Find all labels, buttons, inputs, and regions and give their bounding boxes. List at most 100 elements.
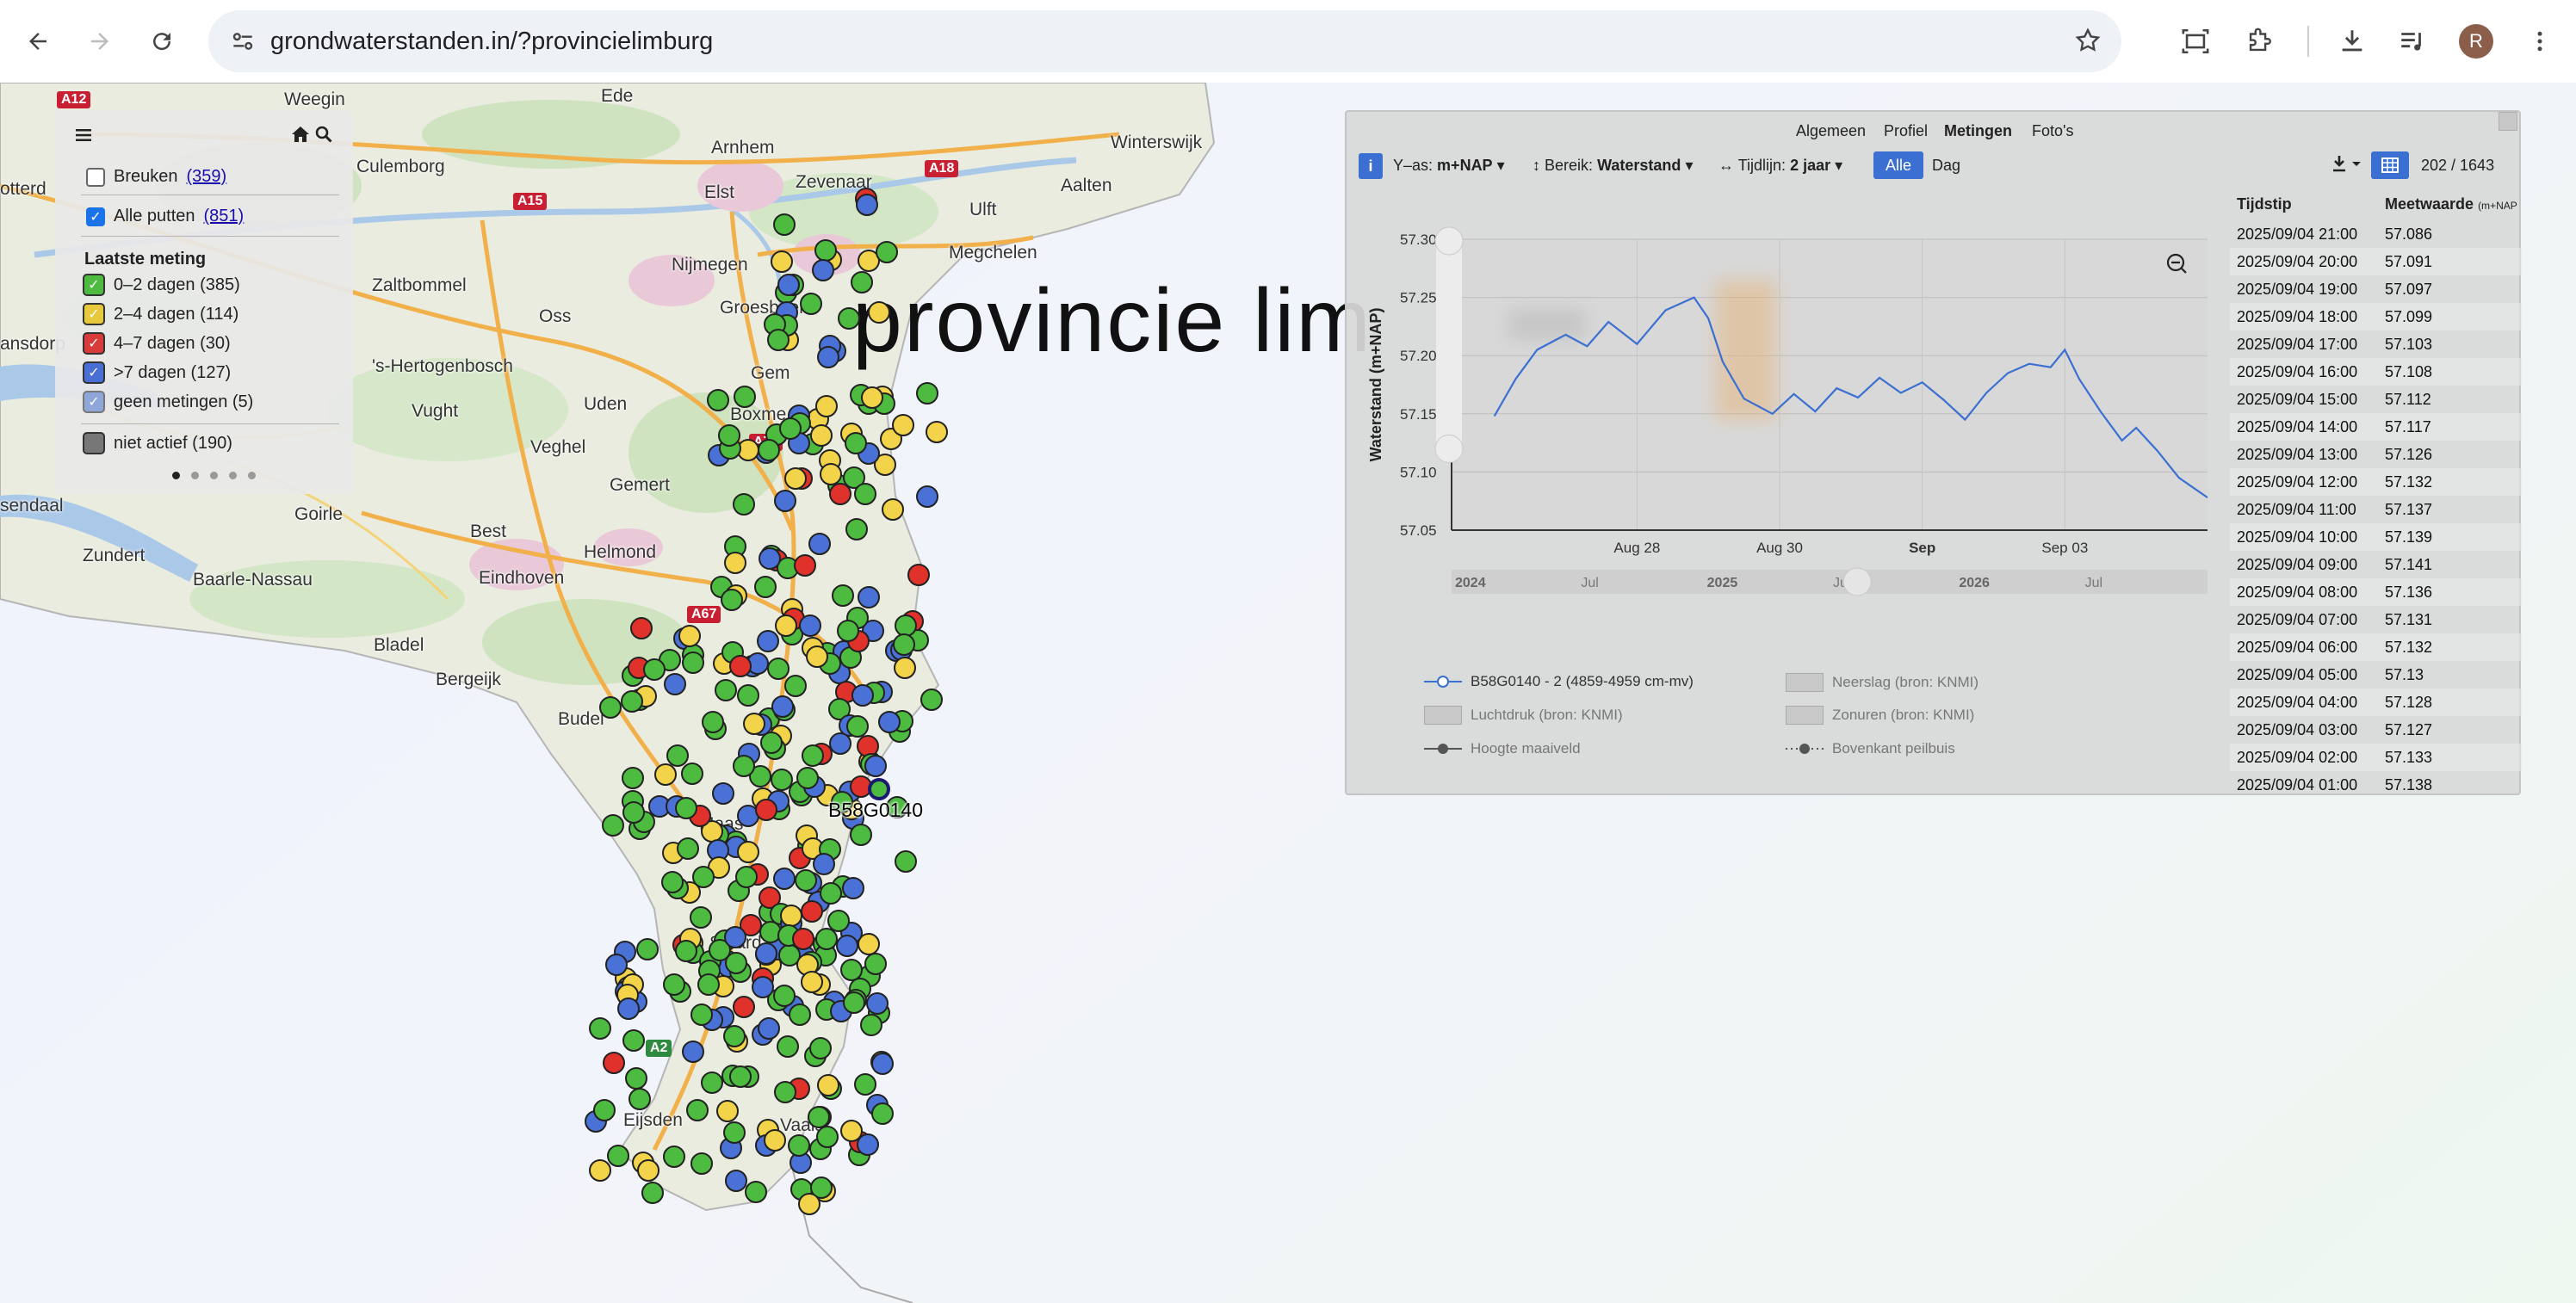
table-row[interactable]: 2025/09/04 17:00 57.103 [2230,330,2523,358]
legend-item-2-4[interactable]: ✓ 2–4 dagen (114) [83,303,238,325]
well-marker[interactable] [728,1065,752,1088]
well-marker[interactable] [724,952,747,975]
legend-item-geen[interactable]: ✓ geen metingen (5) [83,391,253,413]
well-marker[interactable] [783,467,807,491]
legend-peilbuis[interactable]: Bovenkant peilbuis [1786,740,1955,757]
table-row[interactable]: 2025/09/04 08:00 57.136 [2230,578,2523,606]
well-marker[interactable] [742,712,765,735]
well-marker[interactable] [734,865,758,888]
panel-close-button[interactable] [2499,112,2517,131]
well-marker[interactable] [724,1170,747,1193]
table-row[interactable]: 2025/09/04 01:00 57.138 [2230,771,2523,794]
download-icon[interactable] [2331,153,2364,180]
breuken-checkbox[interactable] [86,167,105,187]
tab-metingen[interactable]: Metingen [1944,122,2012,140]
navigator-handle[interactable] [1842,567,1872,596]
table-row[interactable]: 2025/09/04 10:00 57.139 [2230,523,2523,551]
home-icon[interactable] [291,126,310,148]
well-marker[interactable] [808,1036,832,1059]
legend-swatch[interactable] [83,432,105,454]
tab-profiel[interactable]: Profiel [1884,122,1928,140]
well-marker[interactable] [685,1098,709,1121]
back-icon[interactable] [12,15,64,67]
well-marker[interactable] [774,614,797,637]
well-marker[interactable] [796,766,820,789]
well-marker[interactable] [851,683,875,707]
well-marker[interactable] [800,292,823,315]
well-marker[interactable] [845,517,868,540]
well-marker[interactable] [801,744,824,768]
legend-luchtdruk[interactable]: Luchtdruk (bron: KNMI) [1424,706,1623,725]
legend-swatch[interactable]: ✓ [83,303,105,325]
well-marker[interactable] [733,386,756,409]
well-marker[interactable] [732,493,755,516]
well-marker[interactable] [798,614,821,637]
well-marker[interactable] [925,420,948,443]
well-marker[interactable] [811,258,834,281]
legend-item-4-7[interactable]: ✓ 4–7 dagen (30) [83,332,231,355]
well-marker[interactable] [864,754,888,777]
legend-swatch[interactable]: ✓ [83,332,105,355]
well-marker[interactable] [856,1133,879,1157]
well-marker[interactable] [629,617,653,640]
well-marker[interactable] [842,991,865,1015]
screen-capture-icon[interactable] [2170,15,2221,67]
forward-icon[interactable] [74,15,126,67]
well-marker[interactable] [809,424,833,448]
bookmark-star-icon[interactable] [2073,26,2102,59]
well-marker[interactable] [828,483,851,506]
address-bar[interactable]: grondwaterstanden.in/?provincielimburg [208,10,2121,72]
well-marker[interactable] [678,625,701,648]
well-marker[interactable] [636,937,659,960]
well-marker[interactable] [662,1145,685,1168]
legend-zonuren[interactable]: Zonuren (bron: KNMI) [1786,706,1974,725]
well-marker[interactable] [779,904,802,927]
legend-swatch[interactable]: ✓ [83,274,105,296]
bereik-dropdown[interactable]: ↕ Bereik: Waterstand ▾ [1533,157,1693,175]
site-settings-icon[interactable] [229,28,257,59]
well-marker[interactable] [674,940,697,963]
well-marker[interactable] [682,651,705,674]
legend-item-niet-actief[interactable]: niet actief (190) [83,432,232,454]
well-marker[interactable] [603,1051,626,1074]
well-marker[interactable] [787,1133,810,1157]
range-handle-bottom[interactable] [1434,434,1464,463]
well-marker[interactable] [654,763,678,786]
well-marker[interactable] [838,306,861,330]
well-marker[interactable] [907,564,930,587]
well-marker[interactable] [753,576,777,599]
well-marker[interactable] [622,801,645,824]
well-marker[interactable] [777,273,800,296]
search-icon[interactable] [315,126,332,148]
well-marker[interactable] [861,386,884,409]
legend-swatch[interactable]: ✓ [83,361,105,384]
breuken-count-link[interactable]: (359) [187,167,227,187]
well-marker[interactable] [661,870,684,893]
pager-dot-active[interactable] [172,472,180,479]
alle-putten-count-link[interactable]: (851) [204,207,245,226]
well-marker[interactable] [666,744,689,768]
well-marker[interactable] [755,942,778,965]
table-view-button[interactable] [2371,151,2409,179]
breuken-toggle[interactable]: Breuken (359) [86,167,226,187]
well-marker[interactable] [836,619,859,642]
well-marker[interactable] [737,841,760,864]
table-row[interactable]: 2025/09/04 21:00 57.086 [2230,220,2523,248]
well-marker[interactable] [877,710,901,733]
well-marker[interactable] [831,584,854,608]
yas-dropdown[interactable]: Y–as: m+NAP ▾ [1393,157,1505,175]
col-meetwaarde[interactable]: Meetwaarde (m+NAP [2385,191,2517,217]
well-marker[interactable] [853,1072,876,1096]
table-row[interactable]: 2025/09/04 11:00 57.137 [2230,496,2523,523]
selected-well-marker[interactable] [868,778,890,800]
measurement-table[interactable]: Tijdstip Meetwaarde (m+NAP 2025/09/04 21… [2230,191,2523,794]
table-row[interactable]: 2025/09/04 06:00 57.132 [2230,633,2523,661]
well-marker[interactable] [849,823,872,846]
well-marker[interactable] [845,431,868,454]
alle-button[interactable]: Alle [1873,151,1923,179]
well-marker[interactable] [733,996,756,1019]
tab-algemeen[interactable]: Algemeen [1796,122,1866,140]
url-text[interactable]: grondwaterstanden.in/?provincielimburg [270,10,713,72]
table-row[interactable]: 2025/09/04 13:00 57.126 [2230,441,2523,468]
range-handle-top[interactable] [1434,226,1464,256]
